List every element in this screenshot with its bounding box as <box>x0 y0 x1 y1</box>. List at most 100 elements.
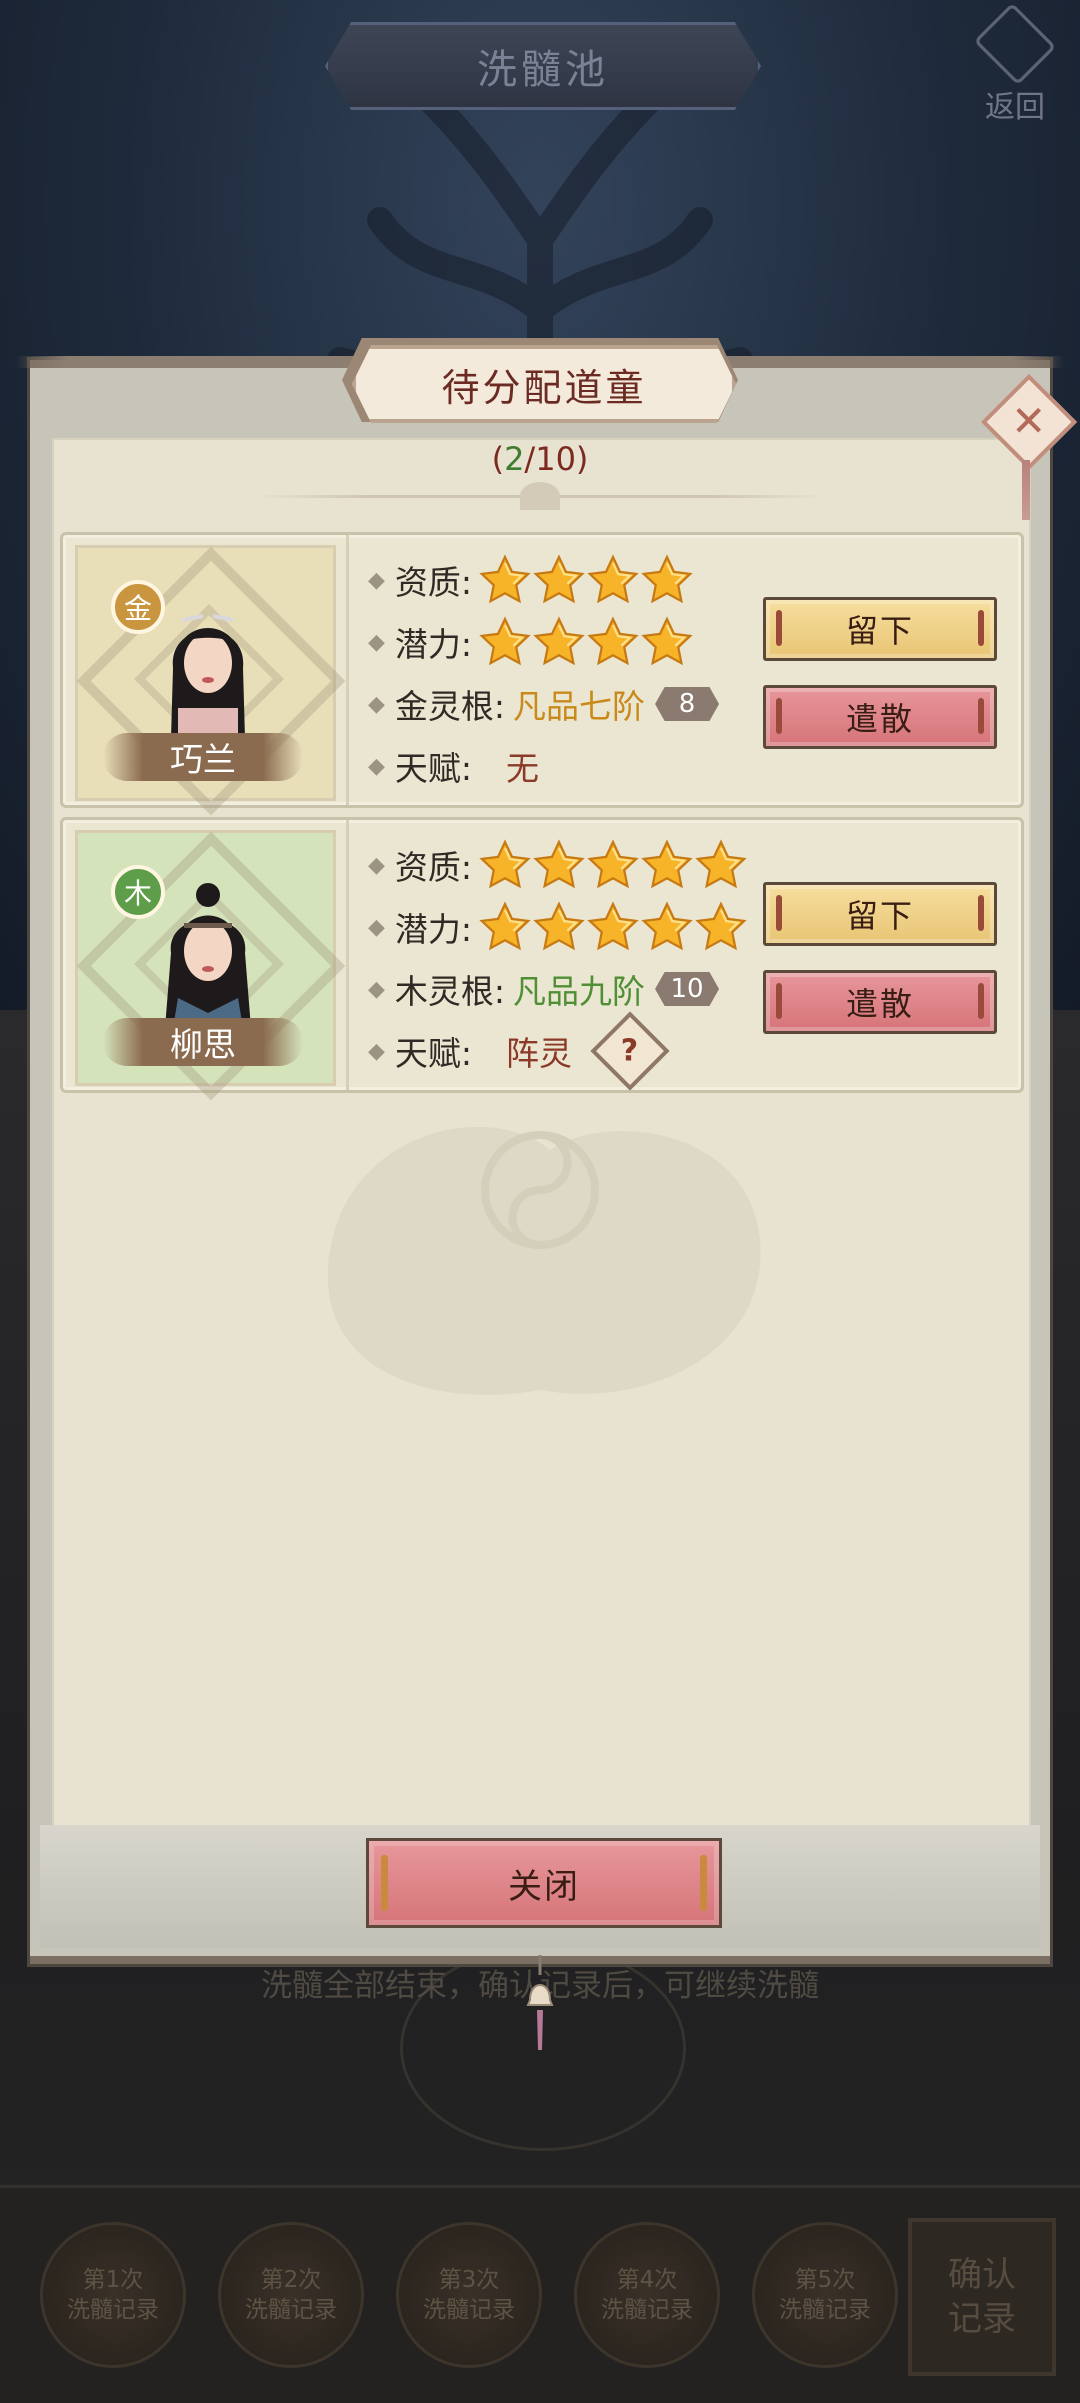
metal-element-badge: 金 <box>111 580 165 634</box>
disciple-name: 巧兰 <box>103 733 303 781</box>
counter-open: ( <box>491 440 505 478</box>
star-icon <box>694 900 748 954</box>
star-icon <box>640 838 694 892</box>
counter-total: /10) <box>524 440 589 478</box>
record-3-line2: 洗髓记录 <box>423 2297 515 2323</box>
record-2-line2: 洗髓记录 <box>245 2297 337 2323</box>
potential-stars <box>478 615 694 669</box>
spirit-root-value: 凡品九阶 <box>513 972 646 1011</box>
diamond-bullet-icon: ◆ <box>368 567 385 593</box>
record-1-line1: 第1次 <box>82 2267 144 2293</box>
diamond-bullet-icon: ◆ <box>368 976 385 1002</box>
close-icon: ✕ <box>1011 396 1047 446</box>
record-1-line2: 洗髓记录 <box>67 2297 159 2323</box>
yin-yang-dragon-watermark <box>327 1126 761 1395</box>
confirm-line2: 记录 <box>948 2299 1016 2339</box>
star-icon <box>586 615 640 669</box>
aptitude-stars <box>478 553 694 607</box>
potential-row: ◆ 潜力: <box>368 900 748 954</box>
close-button[interactable]: 关闭 <box>366 1838 722 1928</box>
back-arrow-icon <box>973 2 1057 86</box>
record-5-line2: 洗髓记录 <box>779 2297 871 2323</box>
diamond-bullet-icon: ◆ <box>368 753 385 779</box>
disciple-avatar <box>165 883 251 1028</box>
aptitude-row: ◆ 资质: <box>368 553 694 607</box>
diamond-bullet-icon: ◆ <box>368 852 385 878</box>
potential-row: ◆ 潜力: <box>368 615 694 669</box>
record-4-line2: 洗髓记录 <box>601 2297 693 2323</box>
record-4-line1: 第4次 <box>616 2267 678 2293</box>
back-label: 返回 <box>985 90 1045 125</box>
record-button-1[interactable]: 第1次洗髓记录 <box>40 2222 186 2368</box>
star-icon <box>478 615 532 669</box>
potential-label: 潜力: <box>394 910 473 949</box>
record-button-4[interactable]: 第4次洗髓记录 <box>574 2222 720 2368</box>
page-title: 洗髓池 <box>325 22 761 110</box>
diamond-bullet-icon: ◆ <box>368 1038 385 1064</box>
counter-current: 2 <box>504 440 525 478</box>
star-icon <box>532 838 586 892</box>
spirit-root-level-badge: 8 <box>655 687 720 721</box>
star-icon <box>532 615 586 669</box>
star-icon <box>586 838 640 892</box>
star-icon <box>532 553 586 607</box>
wood-element-badge: 木 <box>111 865 165 919</box>
potential-stars <box>478 900 748 954</box>
pending-counter: (2/10) <box>0 440 1080 478</box>
disciple-card-1: 金 巧兰 ◆ 资质: ◆ 潜力: ◆ 金灵根: 凡品七阶 8 ◆ 天赋: 无 留… <box>60 532 1024 816</box>
star-icon <box>586 553 640 607</box>
disciple-avatar <box>171 614 245 743</box>
talent-label: 天赋: <box>394 1034 473 1073</box>
disciple-portrait[interactable]: 木 柳思 <box>75 830 346 1101</box>
talent-label: 天赋: <box>394 749 473 788</box>
record-button-5[interactable]: 第5次洗髓记录 <box>752 2222 898 2368</box>
confirm-line1: 确认 <box>948 2255 1016 2295</box>
talent-row: ◆ 天赋: 无 <box>368 741 539 791</box>
diamond-bullet-icon: ◆ <box>368 914 385 940</box>
keep-button[interactable]: 留下 <box>763 882 997 946</box>
record-5-line1: 第5次 <box>794 2267 856 2293</box>
disciple-portrait[interactable]: 金 巧兰 <box>75 545 346 816</box>
star-icon <box>640 553 694 607</box>
talent-row: ◆ 天赋: 阵灵 ? <box>368 1011 670 1091</box>
aptitude-label: 资质: <box>394 563 473 602</box>
aptitude-stars <box>478 838 748 892</box>
aptitude-label: 资质: <box>394 848 473 887</box>
dismiss-button[interactable]: 遣散 <box>763 685 997 749</box>
popup-title: 待分配道童 <box>352 345 736 423</box>
spirit-root-label: 金灵根: <box>394 687 506 726</box>
star-icon <box>694 838 748 892</box>
spirit-root-row: ◆ 木灵根: 凡品九阶 10 <box>368 964 720 1014</box>
card-divider <box>346 820 349 1090</box>
dismiss-button[interactable]: 遣散 <box>763 970 997 1034</box>
record-2-line1: 第2次 <box>260 2267 322 2293</box>
star-icon <box>478 900 532 954</box>
star-icon <box>586 900 640 954</box>
question-mark-icon: ? <box>621 1033 639 1069</box>
spirit-root-level-badge: 10 <box>655 972 720 1006</box>
talent-info-button[interactable]: ? <box>590 1011 670 1091</box>
disciple-card-2: 木 柳思 ◆ 资质: ◆ 潜力: ◆ 木灵根: 凡品九阶 10 ◆ 天赋: 阵灵… <box>60 817 1024 1101</box>
talent-value: 无 <box>506 749 540 788</box>
spirit-root-label: 木灵根: <box>394 972 506 1011</box>
record-3-line1: 第3次 <box>438 2267 500 2293</box>
confirm-record-button[interactable]: 确认 记录 <box>908 2218 1056 2376</box>
diamond-bullet-icon: ◆ <box>368 629 385 655</box>
talent-value: 阵灵 <box>506 1034 573 1073</box>
back-button[interactable]: 返回 <box>965 2 1065 125</box>
record-button-2[interactable]: 第2次洗髓记录 <box>218 2222 364 2368</box>
star-icon <box>478 553 532 607</box>
keep-button[interactable]: 留下 <box>763 597 997 661</box>
bell-pendant-decoration <box>526 1955 554 2050</box>
card-divider <box>346 535 349 805</box>
diamond-bullet-icon: ◆ <box>368 691 385 717</box>
potential-label: 潜力: <box>394 625 473 664</box>
spirit-root-row: ◆ 金灵根: 凡品七阶 8 <box>368 679 720 729</box>
divider-ornament <box>520 482 560 510</box>
star-icon <box>532 900 586 954</box>
star-icon <box>478 838 532 892</box>
star-icon <box>640 615 694 669</box>
spirit-root-value: 凡品七阶 <box>513 687 646 726</box>
disciple-name: 柳思 <box>103 1018 303 1066</box>
record-button-3[interactable]: 第3次洗髓记录 <box>396 2222 542 2368</box>
